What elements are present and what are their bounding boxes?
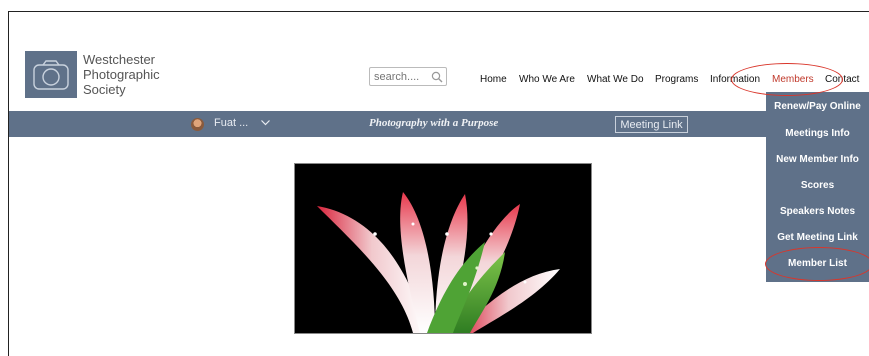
menu-item-renew-pay-online[interactable]: Renew/Pay Online: [766, 101, 869, 112]
user-name[interactable]: Fuat ...: [214, 117, 248, 129]
logo-camera-icon[interactable]: [25, 51, 77, 98]
search-input[interactable]: [374, 70, 428, 83]
nav-home[interactable]: Home: [480, 74, 507, 85]
search-box[interactable]: [369, 67, 447, 86]
members-dropdown: Renew/Pay Online Meetings Info New Membe…: [766, 92, 869, 282]
amaryllis-flower-image: [295, 164, 591, 333]
featured-flower-photo: [294, 163, 592, 334]
menu-item-new-member-info[interactable]: New Member Info: [766, 154, 869, 165]
avatar[interactable]: [191, 118, 204, 131]
nav-information[interactable]: Information: [710, 74, 760, 85]
site-tagline: Photography with a Purpose: [369, 117, 499, 129]
menu-item-get-meeting-link[interactable]: Get Meeting Link: [766, 232, 869, 243]
nav-programs[interactable]: Programs: [655, 74, 698, 85]
nav-who-we-are[interactable]: Who We Are: [519, 74, 575, 85]
nav-what-we-do[interactable]: What We Do: [587, 74, 644, 85]
menu-item-meetings-info[interactable]: Meetings Info: [766, 128, 869, 139]
site-logo-text[interactable]: Westchester Photographic Society: [83, 52, 203, 97]
nav-members[interactable]: Members: [772, 74, 814, 85]
window-border-top: [8, 11, 869, 12]
nav-contact[interactable]: Contact: [825, 74, 859, 85]
window-border-left: [8, 11, 9, 356]
menu-item-scores[interactable]: Scores: [766, 180, 869, 191]
chevron-down-icon[interactable]: [260, 117, 271, 128]
search-icon[interactable]: [431, 71, 443, 83]
menu-item-member-list[interactable]: Member List: [766, 258, 869, 269]
meeting-link-button[interactable]: Meeting Link: [615, 116, 688, 133]
camera-icon: [33, 59, 69, 90]
menu-item-speakers-notes[interactable]: Speakers Notes: [766, 206, 869, 217]
